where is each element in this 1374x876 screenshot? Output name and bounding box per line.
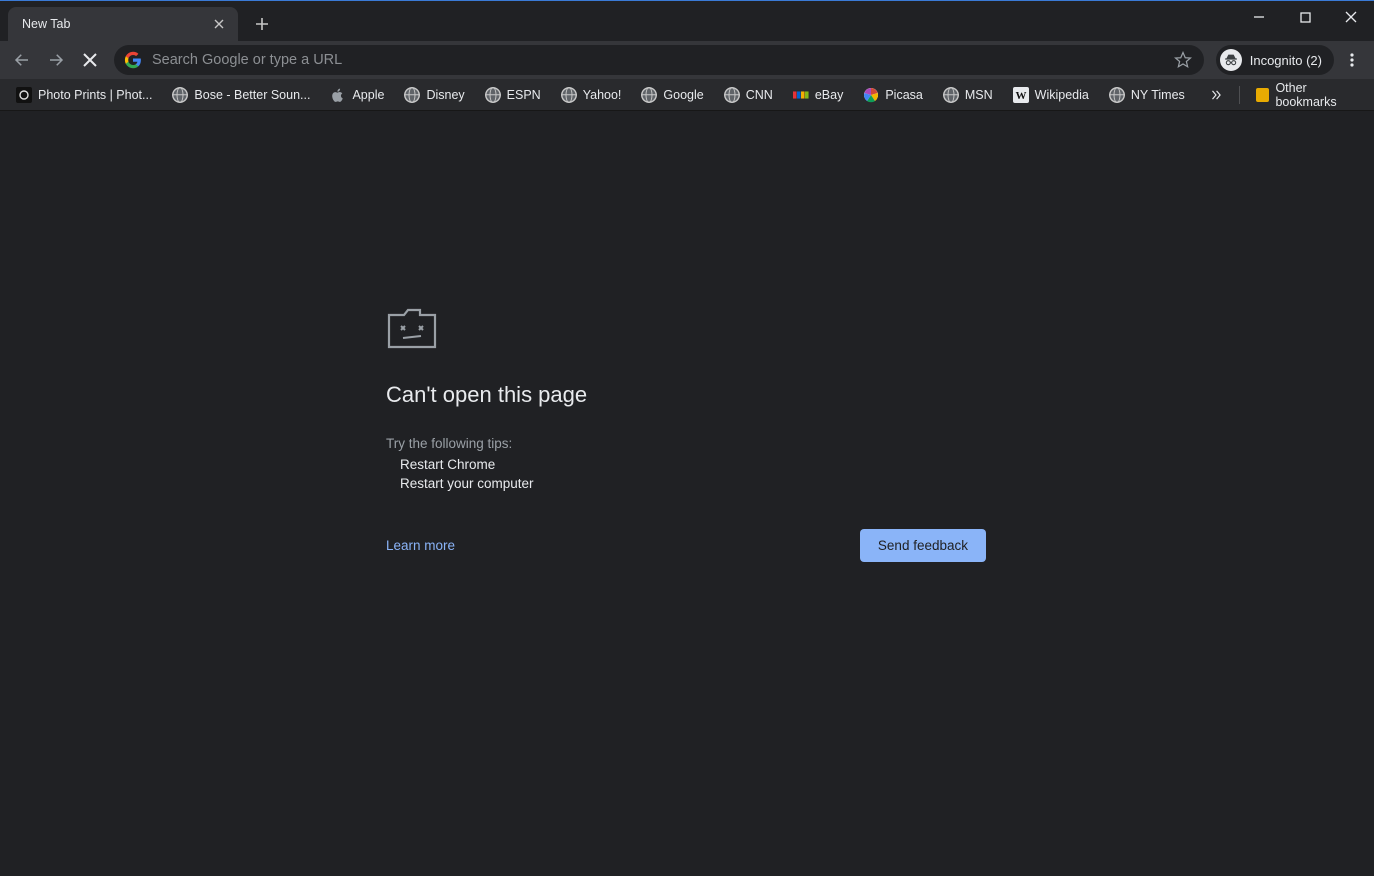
arrow-left-icon [13,51,31,69]
incognito-icon [1220,49,1242,71]
sad-folder-icon [386,306,986,350]
error-subheading: Try the following tips: [386,436,986,451]
bookmark-favicon [561,87,577,103]
bookmark-favicon [1109,87,1125,103]
svg-text:W: W [1015,90,1026,102]
send-feedback-button[interactable]: Send feedback [860,529,986,562]
tab-title: New Tab [22,17,70,31]
titlebar: New Tab [0,1,1374,41]
bookmark-item[interactable]: CNN [716,83,781,107]
bookmark-item[interactable]: MSN [935,83,1001,107]
back-button[interactable] [6,44,38,76]
bookmark-favicon [16,87,32,103]
bookmark-item[interactable]: W Wikipedia [1005,83,1097,107]
toolbar: Incognito (2) [0,41,1374,79]
bookmarks-overflow-button[interactable] [1201,84,1231,106]
bookmark-item[interactable]: NY Times [1101,83,1193,107]
bookmark-favicon: W [1013,87,1029,103]
learn-more-link[interactable]: Learn more [386,538,455,553]
error-actions: Learn more Send feedback [386,529,986,562]
customize-menu-button[interactable] [1336,44,1368,76]
window-controls [1236,1,1374,33]
bookmark-item[interactable]: Apple [322,83,392,107]
bookmark-item[interactable]: Photo Prints | Phot... [8,83,160,107]
close-window-button[interactable] [1328,1,1374,33]
arrow-right-icon [47,51,65,69]
bookmarks-bar: Photo Prints | Phot... Bose - Better Soun… [0,79,1374,111]
error-tip-item: Restart Chrome [400,455,986,474]
error-tips-list: Restart ChromeRestart your computer [386,455,986,493]
new-tab-button[interactable] [248,10,276,38]
bookmark-favicon [485,87,501,103]
error-wrap: Can't open this page Try the following t… [386,306,986,562]
maximize-icon [1300,12,1311,23]
bookmark-star-button[interactable] [1170,47,1196,73]
bookmark-favicon [641,87,657,103]
bookmark-item[interactable]: Bose - Better Soun... [164,83,318,107]
forward-button[interactable] [40,44,72,76]
plus-icon [255,17,269,31]
other-bookmarks-label: Other bookmarks [1275,81,1358,109]
close-icon [1345,11,1357,23]
bookmark-label: Picasa [885,88,923,102]
bookmark-favicon [793,87,809,103]
google-icon [124,51,142,69]
maximize-button[interactable] [1282,1,1328,33]
bookmark-label: Photo Prints | Phot... [38,88,152,102]
bookmark-label: Yahoo! [583,88,622,102]
minimize-button[interactable] [1236,1,1282,33]
close-icon [214,19,224,29]
incognito-badge[interactable]: Incognito (2) [1216,45,1334,75]
chevrons-right-icon [1209,88,1223,102]
bookmark-label: eBay [815,88,844,102]
bookmark-label: Google [663,88,703,102]
bookmark-label: ESPN [507,88,541,102]
page-content: Can't open this page Try the following t… [0,111,1374,876]
incognito-label: Incognito (2) [1250,53,1322,68]
star-icon [1174,51,1192,69]
bookmark-label: Disney [426,88,464,102]
bookmark-item[interactable]: Disney [396,83,472,107]
close-icon [83,53,97,67]
bookmark-item[interactable]: Google [633,83,711,107]
bookmark-label: NY Times [1131,88,1185,102]
bookmark-label: MSN [965,88,993,102]
folder-icon [1256,88,1270,102]
bookmark-favicon [330,87,346,103]
stop-button[interactable] [74,44,106,76]
bookmark-label: CNN [746,88,773,102]
bookmark-item[interactable]: Picasa [855,83,931,107]
bookmark-favicon [404,87,420,103]
bookmark-favicon [172,87,188,103]
error-heading: Can't open this page [386,382,986,408]
bookmark-item[interactable]: eBay [785,83,852,107]
bookmark-favicon [724,87,740,103]
bookmark-label: Wikipedia [1035,88,1089,102]
bookmark-label: Bose - Better Soun... [194,88,310,102]
error-tip-item: Restart your computer [400,474,986,493]
bookmark-favicon [863,87,879,103]
close-tab-button[interactable] [210,15,228,33]
bookmark-favicon [943,87,959,103]
minimize-icon [1253,11,1265,23]
bookmark-label: Apple [352,88,384,102]
bookmark-item[interactable]: ESPN [477,83,549,107]
kebab-icon [1344,52,1360,68]
separator [1239,86,1240,104]
browser-tab[interactable]: New Tab [8,7,238,41]
omnibox-input[interactable] [152,52,1160,68]
omnibox[interactable] [114,45,1204,75]
bookmark-item[interactable]: Yahoo! [553,83,630,107]
other-bookmarks-button[interactable]: Other bookmarks [1248,77,1366,113]
